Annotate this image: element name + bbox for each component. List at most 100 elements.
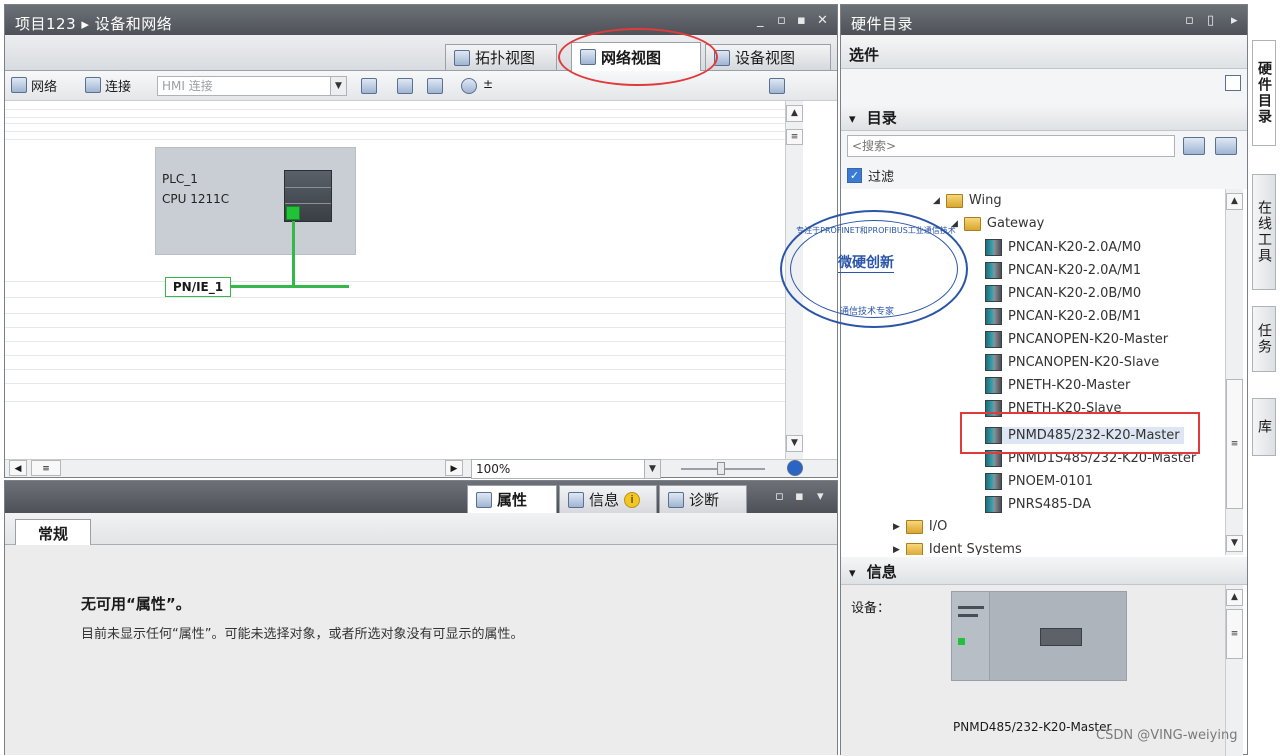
- zoom-combo[interactable]: 100% ▼: [471, 459, 661, 479]
- side-tab-hardware-catalog[interactable]: 硬件目录: [1252, 40, 1276, 146]
- device-module-icon: [985, 331, 1002, 348]
- address-icon[interactable]: [397, 78, 413, 94]
- side-tab-label: 硬件目录: [1256, 61, 1272, 125]
- info-collapse-chevron-icon[interactable]: ▾: [849, 566, 856, 581]
- scroll-left-icon[interactable]: ◀: [9, 460, 27, 476]
- overview-icon[interactable]: [769, 78, 785, 94]
- zoom-slider-handle[interactable]: [717, 462, 725, 475]
- scroll-down-icon[interactable]: ▼: [786, 435, 803, 452]
- zoom-dropdown-icon[interactable]: ±: [483, 77, 493, 91]
- device-info-label: 设备：: [851, 601, 891, 616]
- tree-item-device[interactable]: PNCANOPEN-K20-Master: [985, 331, 1168, 348]
- close-icon[interactable]: ✕: [817, 13, 828, 28]
- panel-collapse-icon[interactable]: ▾: [817, 489, 824, 504]
- tree-label: PNETH-K20-Master: [1008, 378, 1131, 393]
- tree-label: PNCAN-K20-2.0B/M1: [1008, 309, 1142, 324]
- catalog-scroll-thumb[interactable]: ≡: [1226, 379, 1243, 509]
- subnet-line[interactable]: [231, 285, 349, 288]
- catalog-scroll-down-icon[interactable]: ▼: [1226, 535, 1243, 552]
- tree-label: PNCAN-K20-2.0B/M0: [1008, 286, 1142, 301]
- hmi-connection-combo[interactable]: HMI 连接 ▼: [157, 76, 347, 96]
- tree-label: PNCANOPEN-K20-Slave: [1008, 355, 1160, 370]
- scroll-up-icon[interactable]: ▲: [786, 105, 803, 122]
- catalog-vertical-scrollbar[interactable]: ▲ ≡ ▼: [1225, 189, 1243, 555]
- expand-down-icon[interactable]: ◢: [933, 196, 940, 206]
- tree-item-device[interactable]: PNRS485-DA: [985, 496, 1091, 513]
- profinet-port-icon[interactable]: [286, 206, 300, 220]
- search-forward-icon[interactable]: [1183, 137, 1205, 155]
- zoom-fit-icon[interactable]: [787, 460, 803, 476]
- filter-checkbox[interactable]: ✓: [847, 167, 862, 183]
- maximize-icon[interactable]: ▪: [797, 13, 806, 28]
- plc-cpu: CPU 1211C: [162, 192, 230, 206]
- tree-folder-io[interactable]: ▶ I/O: [893, 519, 947, 534]
- side-tab-label: 在线工具: [1256, 200, 1272, 264]
- tree-item-device[interactable]: PNCAN-K20-2.0B/M0: [985, 285, 1141, 302]
- side-tab-libraries[interactable]: 库: [1252, 398, 1276, 456]
- tab-info-label: 信息: [589, 491, 620, 509]
- catalog-collapse-chevron-icon[interactable]: ▾: [849, 112, 856, 127]
- catalog-restore-icon[interactable]: ▫: [1185, 13, 1194, 28]
- device-preview-image: [951, 591, 1127, 681]
- tree-folder-gateway[interactable]: ◢ Gateway: [951, 216, 1044, 231]
- network-canvas[interactable]: PLC_1 CPU 1211C PN/IE_1: [5, 101, 785, 459]
- connections-button[interactable]: 连接: [85, 75, 131, 95]
- chevron-down-icon[interactable]: ▼: [330, 77, 346, 95]
- device-slot-icon: [1040, 628, 1082, 646]
- plc-device-box[interactable]: PLC_1 CPU 1211C: [155, 147, 356, 255]
- options-label: 选件: [849, 46, 880, 64]
- tab-general[interactable]: 常规: [15, 519, 91, 546]
- scroll-right-icon[interactable]: ▶: [445, 460, 463, 476]
- scroll-h-thumb[interactable]: ≡: [31, 460, 61, 476]
- tree-item-device[interactable]: PNETH-K20-Master: [985, 377, 1130, 394]
- options-pane-icon[interactable]: [1225, 75, 1241, 91]
- catalog-search-input[interactable]: [847, 135, 1175, 157]
- catalog-header[interactable]: ▾ 目录: [841, 103, 1247, 131]
- tree-folder-ident[interactable]: ▶ Ident Systems: [893, 542, 1022, 555]
- tab-info[interactable]: 信息 i: [559, 485, 657, 513]
- properties-panel: 属性 信息 i 诊断 ▫ ▪ ▾ 常规 无可用“属性”。 目前未显示任何“属性”…: [4, 480, 838, 755]
- side-tab-label: 库: [1256, 419, 1272, 435]
- catalog-collapse-icon[interactable]: ▸: [1231, 13, 1238, 28]
- table-icon[interactable]: [427, 78, 443, 94]
- info-scroll-thumb[interactable]: ≡: [1226, 609, 1243, 659]
- tree-item-device[interactable]: PNCAN-K20-2.0A/M0: [985, 239, 1141, 256]
- restore-icon[interactable]: ▫: [777, 13, 786, 28]
- side-tab-tasks[interactable]: 任务: [1252, 306, 1276, 372]
- scroll-thumb[interactable]: ≡: [786, 129, 803, 145]
- panel-restore-icon[interactable]: ▫: [775, 489, 784, 504]
- catalog-header-label: 目录: [866, 109, 897, 127]
- catalog-scroll-up-icon[interactable]: ▲: [1226, 193, 1243, 210]
- expand-right-icon[interactable]: ▶: [893, 522, 900, 532]
- properties-content: 无可用“属性”。 目前未显示任何“属性”。可能未选择对象，或者所选对象没有可显示…: [5, 545, 837, 755]
- network-button[interactable]: 网络: [11, 75, 57, 95]
- tree-item-device[interactable]: PNCAN-K20-2.0B/M1: [985, 308, 1141, 325]
- highlight-ring-network-view: [558, 28, 718, 86]
- tree-label: Ident Systems: [928, 542, 1022, 555]
- tab-topology-view[interactable]: 拓扑视图: [445, 44, 557, 70]
- zoom-icon[interactable]: [461, 78, 477, 94]
- canvas-horizontal-scrollbar[interactable]: ◀ ≡ ▶ 100% ▼: [5, 459, 837, 479]
- tree-folder-wing[interactable]: ◢ Wing: [933, 193, 1002, 208]
- tree-label: PNOEM-0101: [1008, 474, 1094, 489]
- tab-device-view[interactable]: 设备视图: [705, 44, 831, 70]
- search-backward-icon[interactable]: [1215, 137, 1237, 155]
- tree-item-device[interactable]: PNOEM-0101: [985, 473, 1093, 490]
- tab-properties[interactable]: 属性: [467, 485, 557, 513]
- panel-maximize-icon[interactable]: ▪: [795, 489, 804, 504]
- catalog-maximize-icon[interactable]: ▯: [1207, 13, 1214, 28]
- info-header[interactable]: ▾ 信息: [841, 557, 1247, 585]
- minimize-icon[interactable]: _: [757, 13, 764, 28]
- side-tab-online-tools[interactable]: 在线工具: [1252, 174, 1276, 290]
- expand-right-icon[interactable]: ▶: [893, 545, 900, 555]
- info-scroll-up-icon[interactable]: ▲: [1226, 589, 1243, 606]
- zoom-chevron-down-icon[interactable]: ▼: [644, 460, 660, 478]
- tree-label: Wing: [968, 193, 1002, 208]
- left-panel-titlebar: 项目123 ▸ 设备和网络 _ ▫ ▪ ✕: [5, 5, 837, 35]
- relations-icon[interactable]: [361, 78, 377, 94]
- tab-diagnostics[interactable]: 诊断: [659, 485, 747, 513]
- subnet-label[interactable]: PN/IE_1: [165, 277, 231, 297]
- tree-item-device[interactable]: PNCAN-K20-2.0A/M1: [985, 262, 1141, 279]
- tree-item-device[interactable]: PNCANOPEN-K20-Slave: [985, 354, 1159, 371]
- topology-icon: [454, 49, 470, 66]
